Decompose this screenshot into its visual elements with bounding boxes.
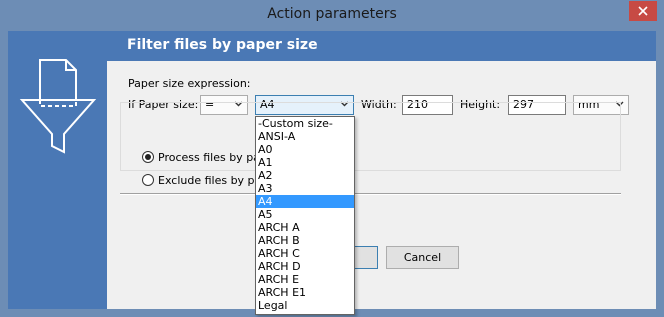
expression-label: Paper size expression:	[128, 77, 251, 90]
dropdown-option[interactable]: ARCH C	[256, 247, 354, 260]
cancel-button[interactable]: Cancel	[386, 246, 459, 269]
dropdown-option[interactable]: A0	[256, 143, 354, 156]
dropdown-option[interactable]: A4	[256, 195, 354, 208]
dropdown-option[interactable]: ANSI-A	[256, 130, 354, 143]
filter-document-icon	[19, 59, 97, 154]
dropdown-option[interactable]: A1	[256, 156, 354, 169]
title-bar[interactable]: Action parameters	[0, 0, 664, 31]
paper-size-dropdown-list[interactable]: -Custom size- ANSI-A A0 A1 A2 A3 A4 A5 ARCH A ARC…	[255, 116, 355, 315]
dropdown-option[interactable]: A3	[256, 182, 354, 195]
header-title: Filter files by paper size	[127, 37, 318, 53]
dropdown-option[interactable]: ARCH B	[256, 234, 354, 247]
dropdown-option[interactable]: ARCH E	[256, 273, 354, 286]
dialog-header: Filter files by paper size	[107, 31, 656, 61]
process-radio-label[interactable]: Process files by pap	[158, 151, 267, 164]
dropdown-option[interactable]: ARCH E1	[256, 286, 354, 299]
close-icon	[638, 6, 648, 16]
dropdown-option[interactable]: A2	[256, 169, 354, 182]
exclude-radio-label[interactable]: Exclude files by pap	[158, 174, 268, 187]
dropdown-option[interactable]: ARCH A	[256, 221, 354, 234]
close-button[interactable]	[629, 1, 657, 21]
separator-highlight	[120, 194, 621, 195]
dropdown-option[interactable]: ARCH D	[256, 260, 354, 273]
process-radio[interactable]	[142, 151, 154, 163]
sidebar	[8, 31, 107, 309]
dropdown-option[interactable]: -Custom size-	[256, 117, 354, 130]
exclude-radio[interactable]	[142, 174, 154, 186]
dropdown-option[interactable]: A5	[256, 208, 354, 221]
dropdown-option[interactable]: Legal	[256, 299, 354, 312]
window-title: Action parameters	[267, 6, 397, 22]
dialog-window: Action parameters Filter files by paper …	[0, 0, 664, 317]
dropdown-options: -Custom size- ANSI-A A0 A1 A2 A3 A4 A5 ARCH A ARC…	[256, 117, 354, 312]
